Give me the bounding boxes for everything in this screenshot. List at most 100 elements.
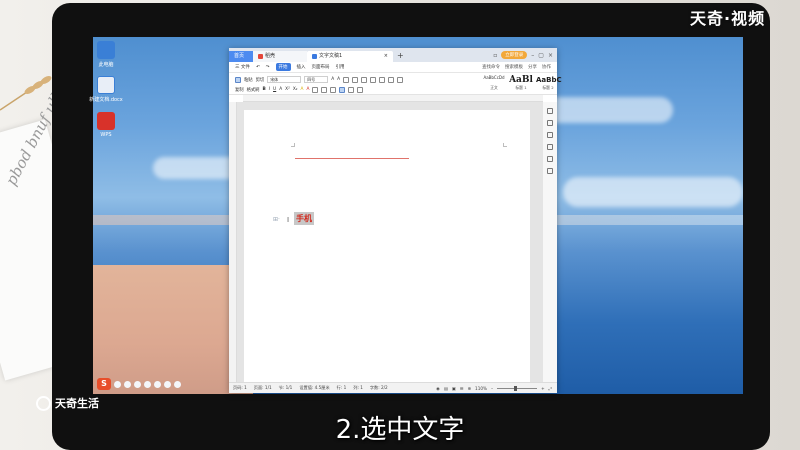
number-list-icon[interactable] (361, 76, 368, 83)
tab-document[interactable]: 文字文稿1 × (307, 51, 393, 62)
login-button[interactable]: 立即登录 (501, 51, 528, 59)
minimize-sidebar-icon[interactable]: ▫ (493, 52, 497, 59)
superscript-icon[interactable]: X² (285, 87, 290, 92)
outdent-icon[interactable] (379, 76, 386, 83)
line-spacing-icon[interactable] (348, 86, 355, 93)
zoom-value[interactable]: 110% (475, 386, 487, 391)
zoom-in-icon[interactable]: + (541, 386, 545, 391)
taskbar-dot-icon[interactable] (144, 380, 151, 388)
strikethrough-icon[interactable]: A (279, 87, 282, 92)
document-area: ⊞· I 手机 (237, 102, 543, 382)
shape-icon[interactable] (547, 132, 553, 138)
maximize-icon[interactable]: ▢ (538, 52, 544, 59)
taskbar-dot-icon[interactable] (134, 380, 141, 388)
font-size-select[interactable]: 四号 (304, 76, 329, 83)
font-color-icon[interactable]: A (306, 87, 309, 92)
highlight-icon[interactable]: A (301, 87, 304, 92)
justify-icon[interactable] (339, 86, 346, 93)
align-left-icon[interactable] (312, 86, 319, 93)
grow-font-icon[interactable]: A (331, 77, 334, 82)
close-tab-icon[interactable]: × (384, 51, 388, 62)
vertical-ruler[interactable] (229, 102, 237, 382)
underline-icon[interactable]: U (273, 87, 276, 92)
status-page: 页码: 1 (233, 385, 247, 390)
bullet-list-icon[interactable] (352, 76, 359, 83)
outline-icon[interactable]: ☰ (460, 386, 464, 391)
minimize-icon[interactable]: – (531, 52, 534, 59)
align-center-icon[interactable] (321, 86, 328, 93)
undo-icon[interactable]: ↶ (256, 65, 260, 70)
fit-icon[interactable]: ⤢ (549, 386, 552, 391)
page-view-icon[interactable]: ▣ (452, 386, 456, 391)
status-setting: 设置值: 4.5厘米 (299, 385, 330, 390)
watermark-logo-icon (36, 395, 51, 411)
desktop-icon-document[interactable]: 新建文档.docx (88, 76, 124, 103)
right-sidebar (543, 102, 557, 382)
cut-button[interactable]: 剪切 (256, 77, 265, 83)
file-menu[interactable]: 三 文件 (235, 64, 250, 70)
search-template[interactable]: 搜索模板 (505, 64, 523, 70)
read-mode-icon[interactable]: ▤ (444, 386, 448, 391)
style-normal[interactable]: AaBbCcDd 正文 (482, 75, 506, 92)
web-view-icon[interactable]: ⊕ (468, 386, 472, 391)
style-pane-icon[interactable] (547, 108, 553, 114)
document-icon (97, 76, 115, 94)
indent-icon[interactable] (370, 76, 377, 83)
paste-button[interactable]: 粘贴 (244, 77, 253, 83)
style-heading-2[interactable]: AaBbC 标题 2 (536, 75, 562, 92)
shrink-font-icon[interactable]: A (337, 77, 340, 82)
italic-icon[interactable]: I (269, 87, 270, 92)
paste-icon[interactable] (235, 76, 241, 83)
settings-icon[interactable] (547, 168, 553, 174)
taskbar-dot-icon[interactable] (164, 380, 171, 388)
border-icon[interactable] (357, 86, 364, 93)
status-col: 列: 1 (353, 385, 363, 390)
taskbar-dot-icon[interactable] (124, 380, 131, 388)
protect-icon[interactable]: ◉ (436, 386, 440, 391)
taskbar-dot-icon[interactable] (114, 380, 121, 388)
translate-icon[interactable] (547, 156, 553, 162)
docer-icon (258, 54, 263, 59)
sogou-logo-icon[interactable]: S (97, 378, 111, 390)
video-caption: 2.选中文字 (335, 415, 465, 445)
document-page[interactable]: ⊞· I 手机 (244, 110, 530, 382)
taskbar: S (93, 377, 228, 391)
paragraph-handle-icon[interactable]: ⊞· (273, 216, 280, 223)
taskbar-dot-icon[interactable] (174, 380, 181, 388)
collaborate-button[interactable]: 协作 (542, 64, 551, 70)
wps-logo-icon (97, 112, 115, 130)
menu-item-layout[interactable]: 页面布局 (312, 64, 330, 70)
swap-icon[interactable] (547, 144, 553, 150)
menu-item-insert[interactable]: 插入 (297, 64, 306, 70)
desktop-icon-computer[interactable]: 此电脑 (88, 41, 124, 68)
bold-icon[interactable]: B (262, 87, 265, 92)
clear-format-icon[interactable] (343, 76, 350, 83)
tab-docer[interactable]: 稻壳 (253, 51, 307, 62)
zoom-slider[interactable] (497, 385, 538, 391)
subscript-icon[interactable]: X₂ (293, 87, 298, 92)
zoom-out-icon[interactable]: – (491, 386, 493, 391)
share-button[interactable]: 分享 (528, 64, 537, 70)
select-icon[interactable] (547, 120, 553, 126)
close-icon[interactable]: × (548, 52, 553, 59)
style-heading-1[interactable]: AaBl 标题 1 (509, 75, 533, 92)
wps-writer-window: 首页 稻壳 文字文稿1 × + ▫ 立即登录 – ▢ × 三 文件 ↶ ↷ 开始… (229, 48, 562, 393)
selected-text[interactable]: 手机 (294, 212, 314, 225)
horizontal-ruler[interactable] (243, 95, 543, 102)
desktop-icon-wps[interactable]: WPS (88, 112, 124, 138)
font-name-select[interactable]: 宋体 (267, 76, 302, 83)
copy-button[interactable]: 复制 (235, 87, 244, 93)
sort-icon[interactable] (388, 76, 395, 83)
tab-home[interactable]: 首页 (229, 51, 253, 62)
status-words[interactable]: 字数: 2/2 (370, 385, 388, 391)
taskbar-dot-icon[interactable] (154, 380, 161, 388)
show-marks-icon[interactable] (397, 76, 404, 83)
menu-item-reference[interactable]: 引用 (336, 64, 345, 70)
redo-icon[interactable]: ↷ (266, 65, 270, 70)
new-tab-icon[interactable]: + (397, 51, 404, 60)
menu-item-start[interactable]: 开始 (275, 63, 291, 71)
align-right-icon[interactable] (330, 86, 337, 93)
search-command[interactable]: 查找命令 (482, 64, 500, 70)
format-painter-button[interactable]: 格式刷 (247, 87, 260, 93)
style-gallery: AaBbCcDd 正文 AaBl 标题 1 AaBbC 标题 2 (482, 75, 562, 92)
